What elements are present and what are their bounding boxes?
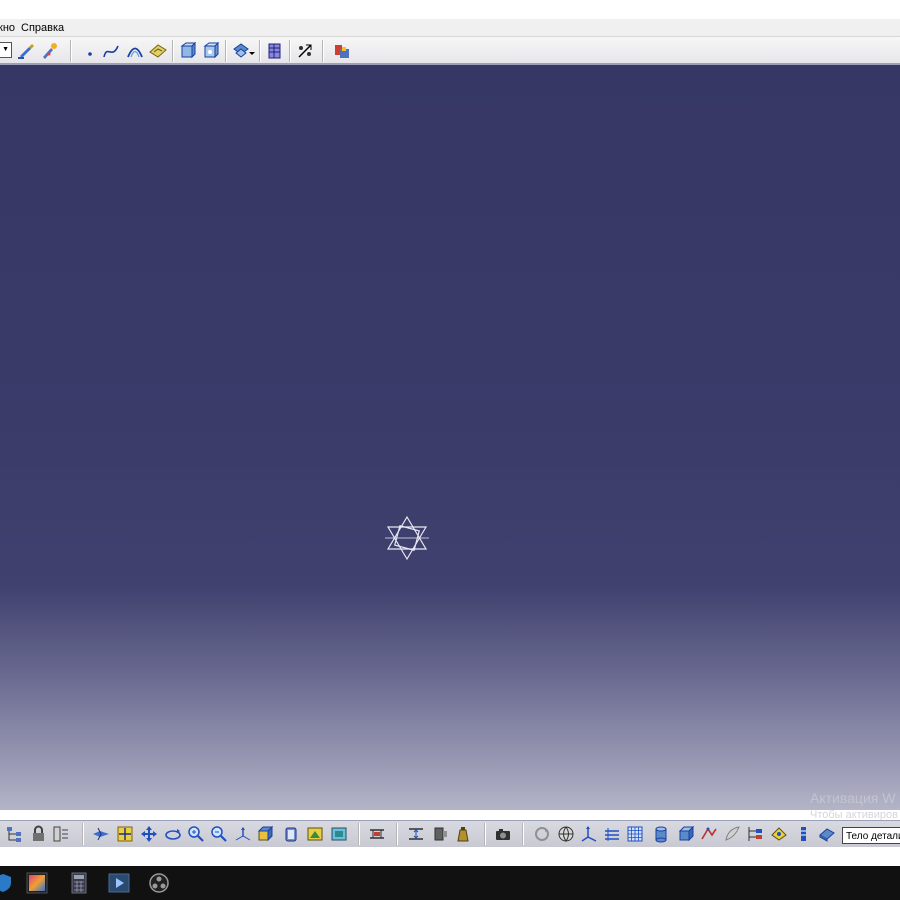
media-player-icon[interactable] — [106, 871, 132, 895]
spec-tree-icon[interactable] — [746, 825, 764, 843]
grid-lines-icon[interactable] — [603, 825, 621, 843]
sketch-analysis-icon[interactable] — [700, 825, 718, 843]
toolbar-separator — [70, 40, 72, 62]
toolbar-separator — [225, 40, 227, 62]
zoom-out-icon[interactable] — [210, 825, 228, 843]
3d-viewport[interactable] — [0, 65, 900, 810]
shading-icon[interactable] — [282, 825, 300, 843]
video-player-controls: 10 30 — [395, 845, 505, 867]
measure-between-icon[interactable] — [407, 825, 425, 843]
swap-visible-icon[interactable] — [330, 825, 348, 843]
measure-icon[interactable] — [368, 825, 386, 843]
globe-icon[interactable] — [557, 825, 575, 843]
fit-all-icon[interactable] — [116, 825, 134, 843]
style-combo[interactable]: ▼ — [0, 42, 12, 58]
photo-studio-icon[interactable] — [494, 825, 512, 843]
menu-bar: кно Справка — [0, 19, 900, 37]
bottom-toolbar — [0, 820, 900, 847]
brush-icon[interactable] — [17, 42, 35, 60]
geometrical-set-icon[interactable] — [202, 42, 220, 60]
activation-watermark: Активация W — [810, 790, 896, 806]
top-toolbar: ▼ — [0, 37, 900, 65]
feather-icon[interactable] — [723, 825, 741, 843]
part-body-icon[interactable] — [179, 42, 197, 60]
toolbar-separator — [172, 40, 174, 62]
rotate-icon[interactable] — [164, 825, 182, 843]
forward-seconds: 30 — [484, 851, 495, 861]
update-icon[interactable] — [533, 825, 551, 843]
catalog-icon[interactable] — [333, 42, 351, 60]
photo-app-icon[interactable] — [24, 871, 50, 895]
iso-view-icon[interactable] — [256, 825, 274, 843]
normal-view-icon[interactable] — [234, 825, 252, 843]
constraint-icon[interactable] — [296, 42, 314, 60]
cube-icon[interactable] — [677, 825, 695, 843]
plane-icon[interactable] — [149, 42, 167, 60]
toolbar-separator — [484, 823, 486, 845]
calculator-icon[interactable] — [66, 871, 92, 895]
toolbar-separator — [289, 40, 291, 62]
table-icon[interactable] — [266, 42, 284, 60]
toolbar-separator — [259, 40, 261, 62]
hide-show-icon[interactable] — [306, 825, 324, 843]
menu-item-help[interactable]: Справка — [21, 22, 70, 34]
toolbar-separator — [322, 40, 324, 62]
rewind-seconds: 10 — [404, 851, 415, 861]
grid-icon[interactable] — [626, 825, 644, 843]
obs-icon[interactable] — [146, 871, 172, 895]
spline-icon[interactable] — [102, 42, 120, 60]
pause-icon[interactable] — [441, 845, 459, 867]
lock-icon[interactable] — [30, 825, 48, 843]
work-object-field[interactable]: Тело детали — [842, 827, 900, 844]
cylinder-icon[interactable] — [652, 825, 670, 843]
axis-compass-icon[interactable] — [382, 515, 432, 561]
shield-icon[interactable] — [0, 871, 16, 895]
tree-icon[interactable] — [6, 825, 24, 843]
formula-icon[interactable] — [795, 825, 813, 843]
mass-icon[interactable] — [454, 825, 472, 843]
hierarchy-icon[interactable] — [52, 825, 70, 843]
chevron-down-icon[interactable] — [248, 49, 256, 57]
menu-item-window[interactable]: кно — [0, 22, 21, 34]
point-icon[interactable] — [81, 42, 99, 60]
work-object-icon[interactable] — [818, 825, 836, 843]
fly-mode-icon[interactable] — [92, 825, 110, 843]
paint-icon[interactable] — [40, 42, 58, 60]
windows-taskbar — [0, 866, 900, 900]
toolbar-separator — [82, 823, 84, 845]
pan-icon[interactable] — [140, 825, 158, 843]
toolbar-separator — [522, 823, 524, 845]
toolbar-separator — [396, 823, 398, 845]
knowledge-icon[interactable] — [770, 825, 788, 843]
toolbar-separator — [358, 823, 360, 845]
chevron-down-icon: ▼ — [2, 46, 9, 53]
measure-item-icon[interactable] — [431, 825, 449, 843]
surface-icon[interactable] — [126, 42, 144, 60]
axis-system-icon[interactable] — [580, 825, 598, 843]
zoom-in-icon[interactable] — [187, 825, 205, 843]
